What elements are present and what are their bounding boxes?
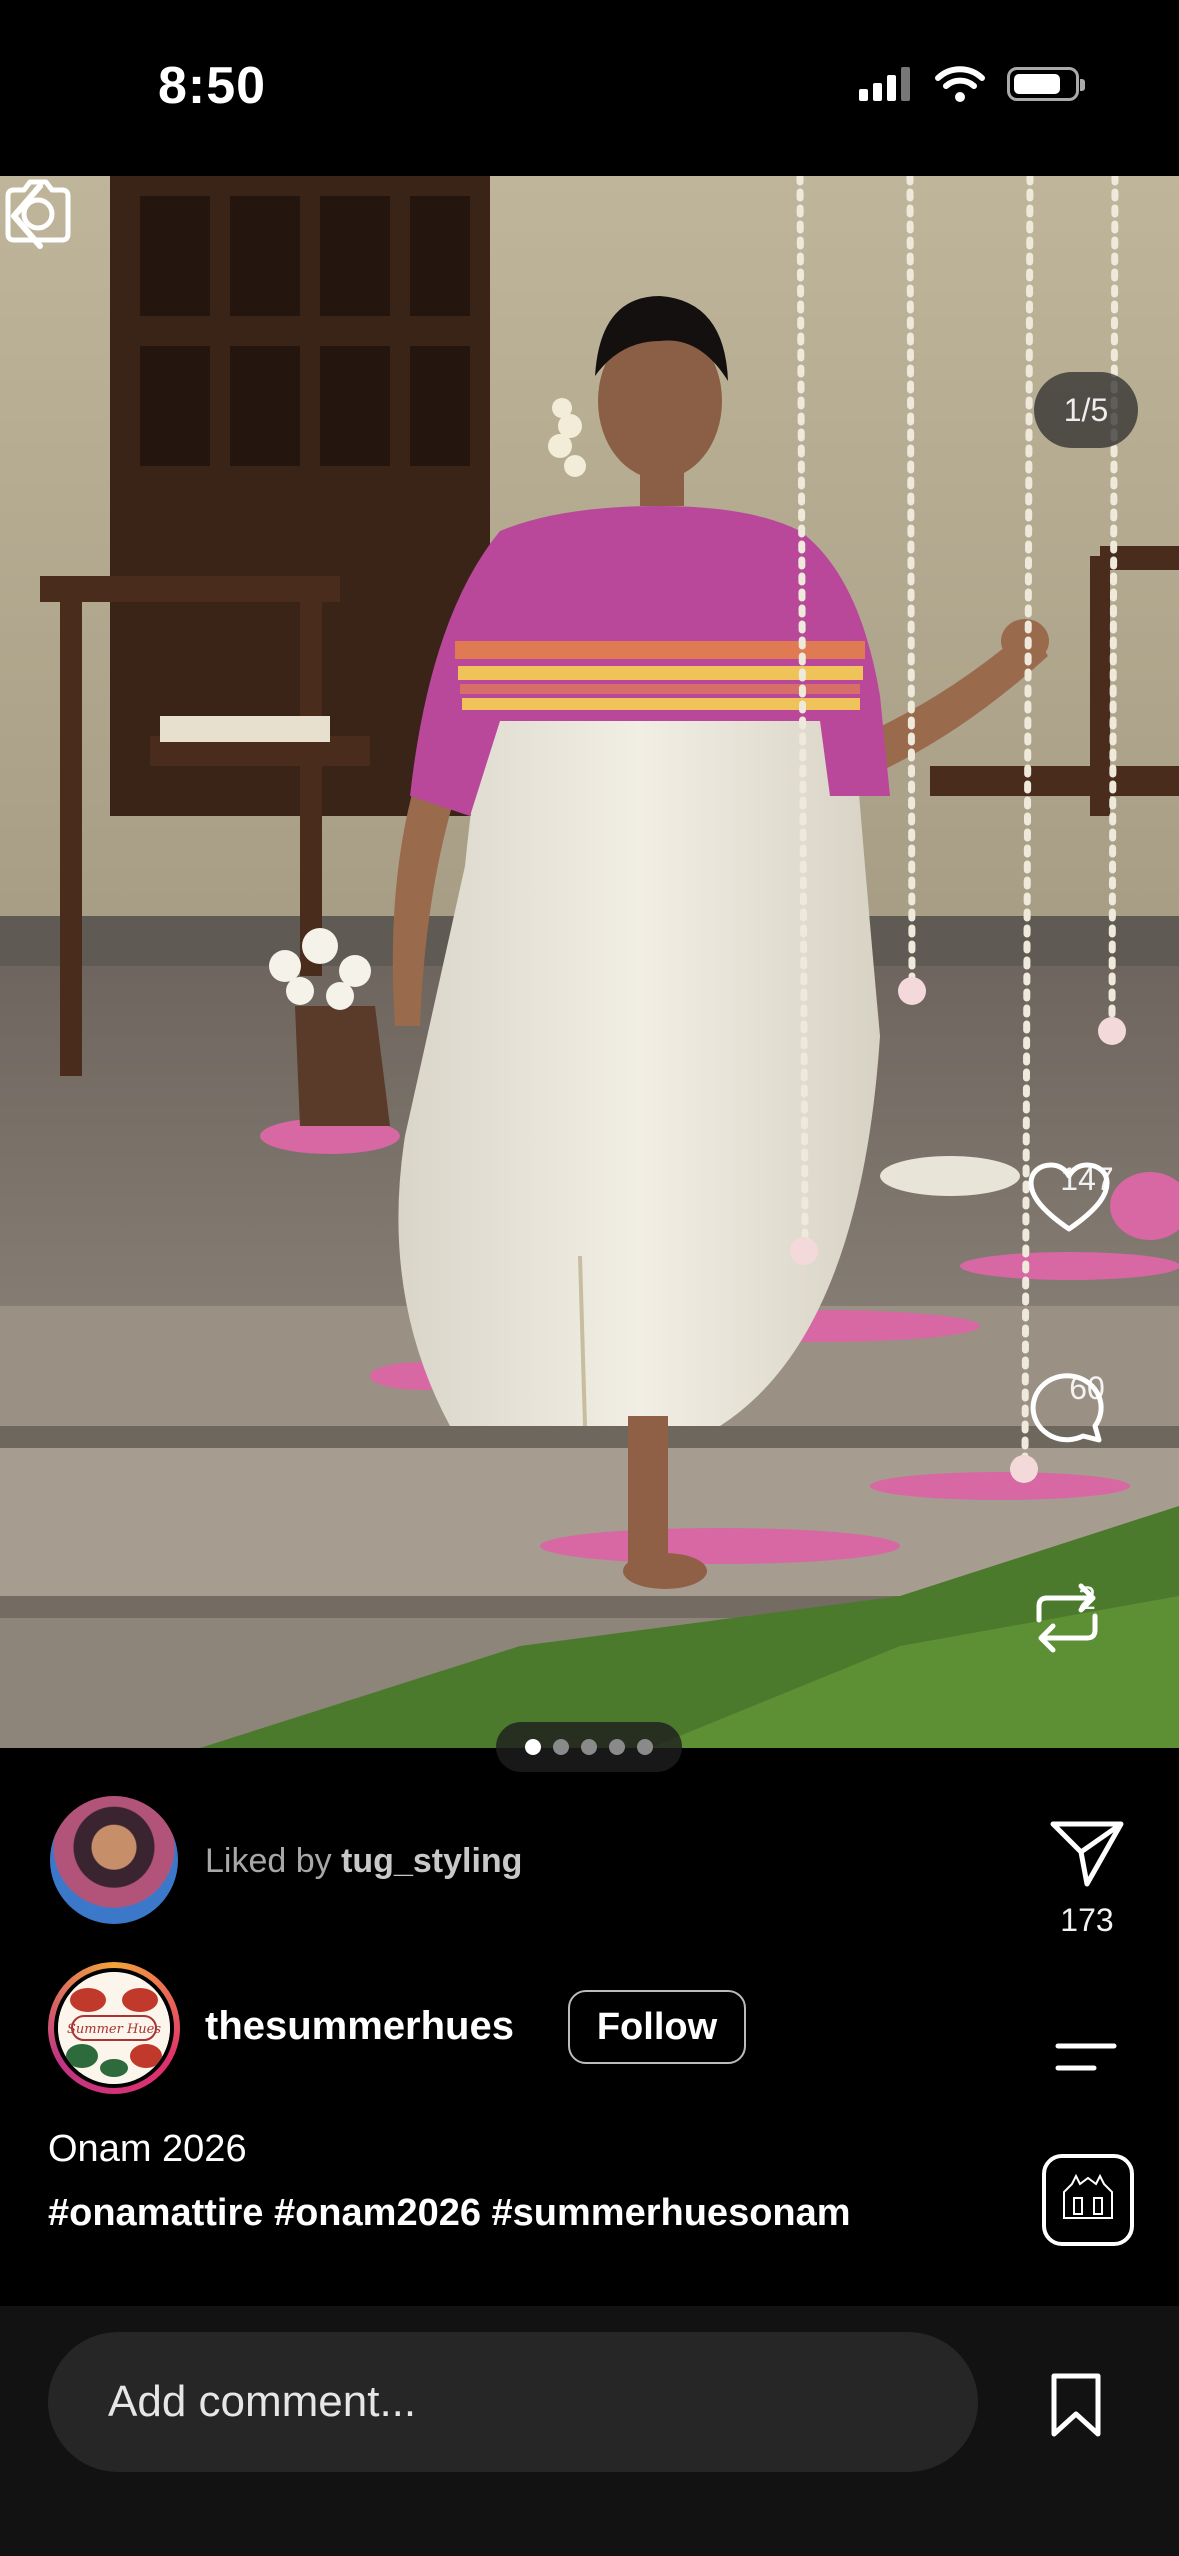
caption-hashtags[interactable]: #onamattire #onam2026 #summerhuesonam [48, 2192, 851, 2235]
repost-action[interactable]: 2 [1027, 1580, 1147, 1653]
wifi-icon [935, 66, 985, 102]
camera-icon[interactable] [0, 176, 76, 246]
add-comment-input[interactable]: Add comment... [48, 2332, 978, 2472]
liked-by-prefix: Liked by [205, 1842, 332, 1880]
heart-icon[interactable] [1027, 1161, 1111, 1235]
share-count: 173 [1060, 1902, 1114, 1938]
image-counter: 1/5 [1034, 372, 1138, 448]
carousel-dot-active [525, 1739, 541, 1755]
status-bar: 8:50 [0, 0, 1179, 176]
comment-icon[interactable] [1027, 1370, 1107, 1446]
summer-hues-logo: Summer Hues [58, 1972, 170, 2084]
svg-text:Summer Hues: Summer Hues [67, 2022, 161, 2037]
battery-icon [1007, 67, 1085, 101]
audio-thumbnail[interactable] [1042, 2154, 1134, 2246]
comment-action[interactable]: 60 [1027, 1370, 1147, 1443]
author-avatar[interactable]: Summer Hues [48, 1962, 180, 2094]
liked-by-username[interactable]: tug_styling [341, 1842, 522, 1880]
share-action[interactable]: 173 [1027, 1816, 1147, 1939]
liked-by-avatar[interactable] [50, 1796, 178, 1924]
caption-title: Onam 2026 [48, 2128, 247, 2170]
carousel-dot [609, 1739, 625, 1755]
audio-thumbnail-art [1063, 2173, 1113, 2219]
follow-button[interactable]: Follow [568, 1990, 746, 2064]
repost-icon[interactable] [1027, 1580, 1107, 1656]
add-comment-placeholder: Add comment... [108, 2377, 417, 2426]
post-image[interactable]: 1/5 147 60 2 [0, 176, 1179, 1748]
send-icon[interactable] [1047, 1816, 1127, 1890]
carousel-dot [637, 1739, 653, 1755]
carousel-dot [581, 1739, 597, 1755]
signal-icon [859, 67, 910, 101]
carousel-dot [553, 1739, 569, 1755]
liked-by-text[interactable]: Liked by tug_styling [205, 1842, 522, 1881]
status-icons [859, 66, 1085, 102]
carousel-indicator [496, 1722, 682, 1772]
post-photo-illustration [0, 176, 1179, 1748]
bookmark-icon[interactable] [1046, 2370, 1106, 2440]
author-username[interactable]: thesummerhues [205, 2004, 514, 2049]
like-action[interactable]: 147 [1027, 1161, 1147, 1232]
status-time: 8:50 [158, 57, 267, 115]
menu-icon[interactable] [1054, 2040, 1118, 2074]
